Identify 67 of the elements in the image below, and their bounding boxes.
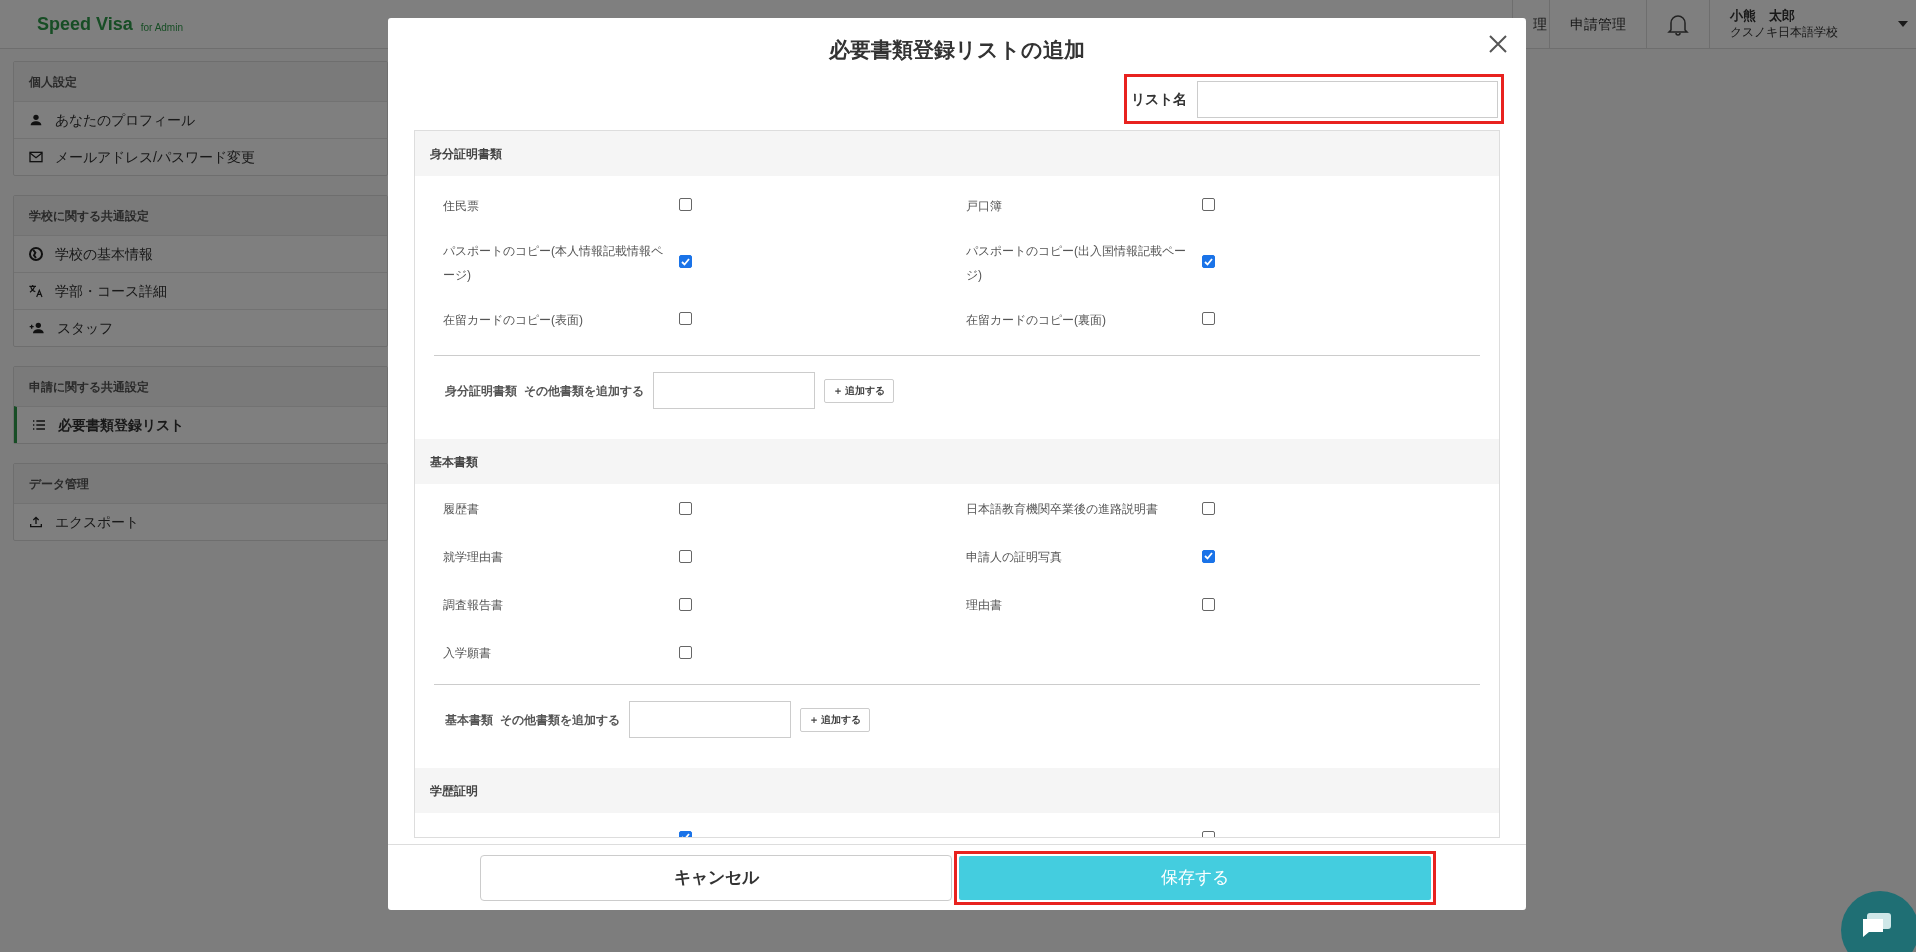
section-heading: 学校に関する共通設定 (29, 207, 149, 225)
document-label: 履歴書 (443, 502, 479, 516)
checkbox[interactable] (679, 597, 692, 611)
document-label: 申請人の証明写真 (966, 550, 1062, 564)
sidebar-item[interactable]: エクスポート (14, 503, 387, 540)
document-label: 戸口簿 (966, 198, 1002, 213)
checkbox[interactable] (1202, 198, 1215, 211)
sidebar-item[interactable]: 学校の基本情報 (14, 235, 387, 272)
checkbox[interactable] (679, 645, 692, 659)
logo-subtitle: for Admin (140, 20, 183, 35)
section-heading: 申請に関する共通設定 (29, 378, 149, 396)
document-label: 住民票 (443, 198, 479, 213)
translate-icon (28, 283, 44, 299)
document-label: パスポートのコピー(本人情報記載情報ページ) (443, 243, 663, 282)
document-label: 入学願書 (443, 646, 491, 660)
add-person-icon (28, 320, 46, 336)
add-button[interactable]: ＋ 追加する (823, 378, 895, 403)
sidebar-item[interactable]: スタッフ (14, 309, 387, 346)
add-label: 基本書類 その他書類を追加する (445, 711, 620, 729)
checkbox[interactable] (679, 501, 692, 515)
checkbox[interactable] (679, 312, 692, 325)
logo: Speed Visa (37, 12, 133, 36)
checkbox[interactable] (1202, 312, 1215, 325)
nav-link[interactable]: 申請管理 (1570, 13, 1626, 35)
section-heading: 身分証明書類 (430, 145, 502, 163)
checkbox[interactable] (1202, 501, 1215, 515)
mail-icon (28, 149, 44, 165)
cancel-button[interactable]: キャンセル (480, 854, 952, 901)
bell-icon[interactable] (1667, 12, 1689, 36)
document-label: 日本語教育機関卒業後の進路説明書 (966, 502, 1158, 516)
nav-link[interactable]: 理 (1533, 13, 1547, 35)
chat-button[interactable] (1841, 891, 1916, 952)
user-name: 小熊 太郎 (1730, 8, 1796, 25)
checkbox[interactable] (1202, 255, 1215, 268)
field-label: リスト名 (1131, 89, 1187, 109)
document-label: 理由書 (966, 598, 1002, 612)
document-label: 調査報告書 (443, 598, 503, 612)
document-name-field[interactable] (628, 701, 791, 738)
sidebar-item[interactable]: 学部・コース詳細 (14, 272, 387, 309)
caret-icon[interactable] (1898, 21, 1908, 27)
document-label: 就学理由書 (443, 550, 503, 564)
person-icon (28, 112, 44, 128)
checkbox[interactable] (1202, 597, 1215, 611)
sidebar-item[interactable]: メールアドレス/パスワード変更 (14, 138, 387, 175)
section-heading: 学歴証明 (430, 782, 478, 800)
close-icon[interactable] (1488, 34, 1508, 54)
upload-icon (28, 514, 44, 530)
checkbox[interactable] (679, 255, 692, 268)
list-icon (31, 417, 47, 433)
section-heading: 個人設定 (29, 73, 77, 91)
list-name-field[interactable] (1197, 80, 1498, 118)
document-label: 在留カードのコピー(表面) (443, 312, 583, 327)
section-heading: データ管理 (29, 475, 89, 493)
add-button[interactable]: ＋ 追加する (799, 707, 871, 732)
document-label: パスポートのコピー(出入国情報記載ページ) (966, 243, 1186, 282)
add-label: 身分証明書類 その他書類を追加する (445, 382, 644, 400)
document-label: 在留カードのコピー(裏面) (966, 312, 1106, 327)
section-heading: 基本書類 (430, 453, 478, 471)
checkbox[interactable] (679, 549, 692, 563)
checkbox[interactable] (679, 198, 692, 211)
sidebar-item[interactable]: あなたのプロフィール (14, 101, 387, 138)
chat-icon (1861, 911, 1893, 939)
school-name: クスノキ日本語学校 (1730, 24, 1838, 40)
checkbox[interactable] (1202, 549, 1215, 563)
modal-title: 必要書類登録リストの追加 (829, 37, 1085, 64)
document-name-field[interactable] (652, 372, 815, 409)
globe-icon (28, 246, 44, 262)
